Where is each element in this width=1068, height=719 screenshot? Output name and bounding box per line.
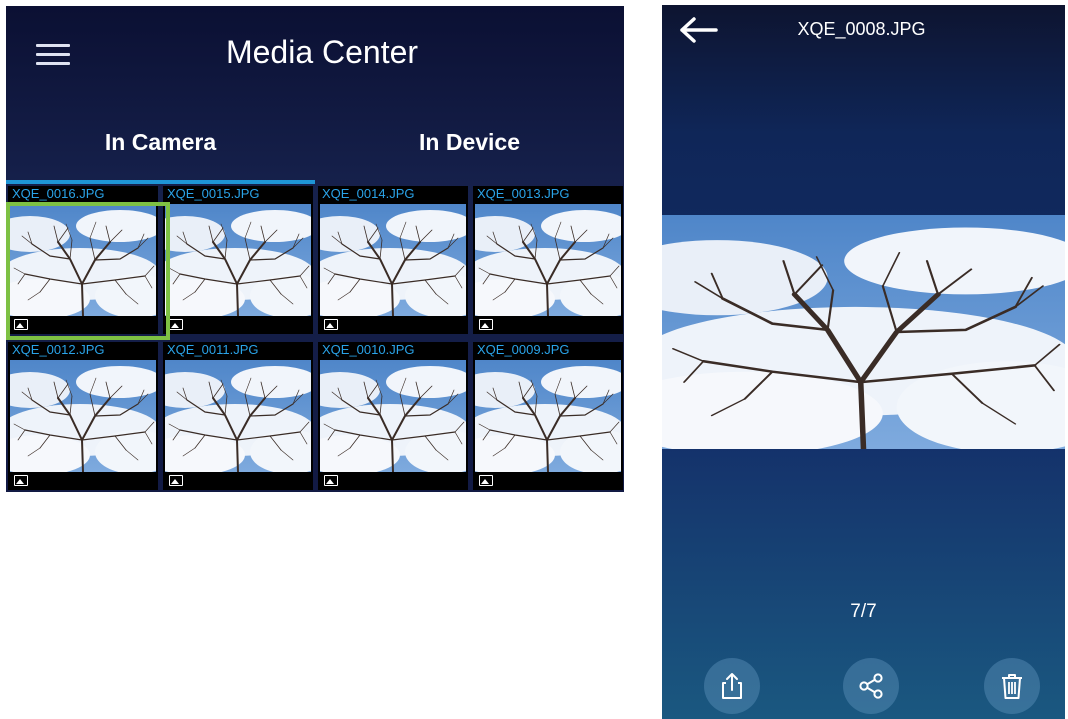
thumbnail-image [165,360,311,472]
thumbnail-grid: XQE_0016.JPG XQE_0015.JPG XQE_0014.JPG X… [6,186,624,492]
thumbnail-image [10,204,156,316]
thumbnail-filename: XQE_0014.JPG [322,186,415,201]
share-icon [859,673,883,699]
thumbnail-filename: XQE_0009.JPG [477,342,570,357]
photo-preview[interactable] [662,215,1065,449]
thumbnail-filename: XQE_0015.JPG [167,186,260,201]
trash-icon [1002,674,1022,699]
share-button[interactable] [843,658,899,714]
thumbnail-item[interactable]: XQE_0011.JPG [163,342,313,490]
photo-viewer-screen: XQE_0008.JPG 7/7 [662,5,1065,719]
thumbnail-filename: XQE_0010.JPG [322,342,415,357]
image-icon [169,475,183,486]
thumbnail-image [475,360,621,472]
image-icon [324,475,338,486]
image-icon [14,475,28,486]
thumbnail-image [165,204,311,316]
thumbnail-item[interactable]: XQE_0009.JPG [473,342,623,490]
thumbnail-item[interactable]: XQE_0012.JPG [8,342,158,490]
image-icon [324,319,338,330]
thumbnail-filename: XQE_0013.JPG [477,186,570,201]
thumbnail-image [10,360,156,472]
image-icon [169,319,183,330]
page-title: Media Center [225,34,419,70]
tab-in-camera[interactable]: In Camera [6,120,315,184]
image-icon [14,319,28,330]
photo-filename-title: XQE_0008.JPG [797,19,926,39]
media-center-screen: Media Center In Camera In Device XQE_001… [6,6,624,492]
thumbnail-filename: XQE_0012.JPG [12,342,105,357]
image-icon [479,319,493,330]
tab-in-device[interactable]: In Device [315,120,624,184]
photo-counter: 7/7 [850,601,877,622]
delete-button[interactable] [984,658,1040,714]
thumbnail-image [320,360,466,472]
export-button[interactable] [704,658,760,714]
thumbnail-filename: XQE_0016.JPG [12,186,105,201]
thumbnail-item[interactable]: XQE_0015.JPG [163,186,313,334]
thumbnail-item[interactable]: XQE_0013.JPG [473,186,623,334]
tab-bar: In Camera In Device [6,120,624,184]
media-center-header: Media Center [6,6,624,106]
thumbnail-filename: XQE_0011.JPG [167,342,259,357]
image-icon [479,475,493,486]
thumbnail-item[interactable]: XQE_0016.JPG [6,186,170,340]
thumbnail-image [475,204,621,316]
thumbnail-item[interactable]: XQE_0014.JPG [318,186,468,334]
thumbnail-item[interactable]: XQE_0010.JPG [318,342,468,490]
active-tab-indicator [6,180,315,184]
thumbnail-image [320,204,466,316]
export-icon [722,673,742,699]
